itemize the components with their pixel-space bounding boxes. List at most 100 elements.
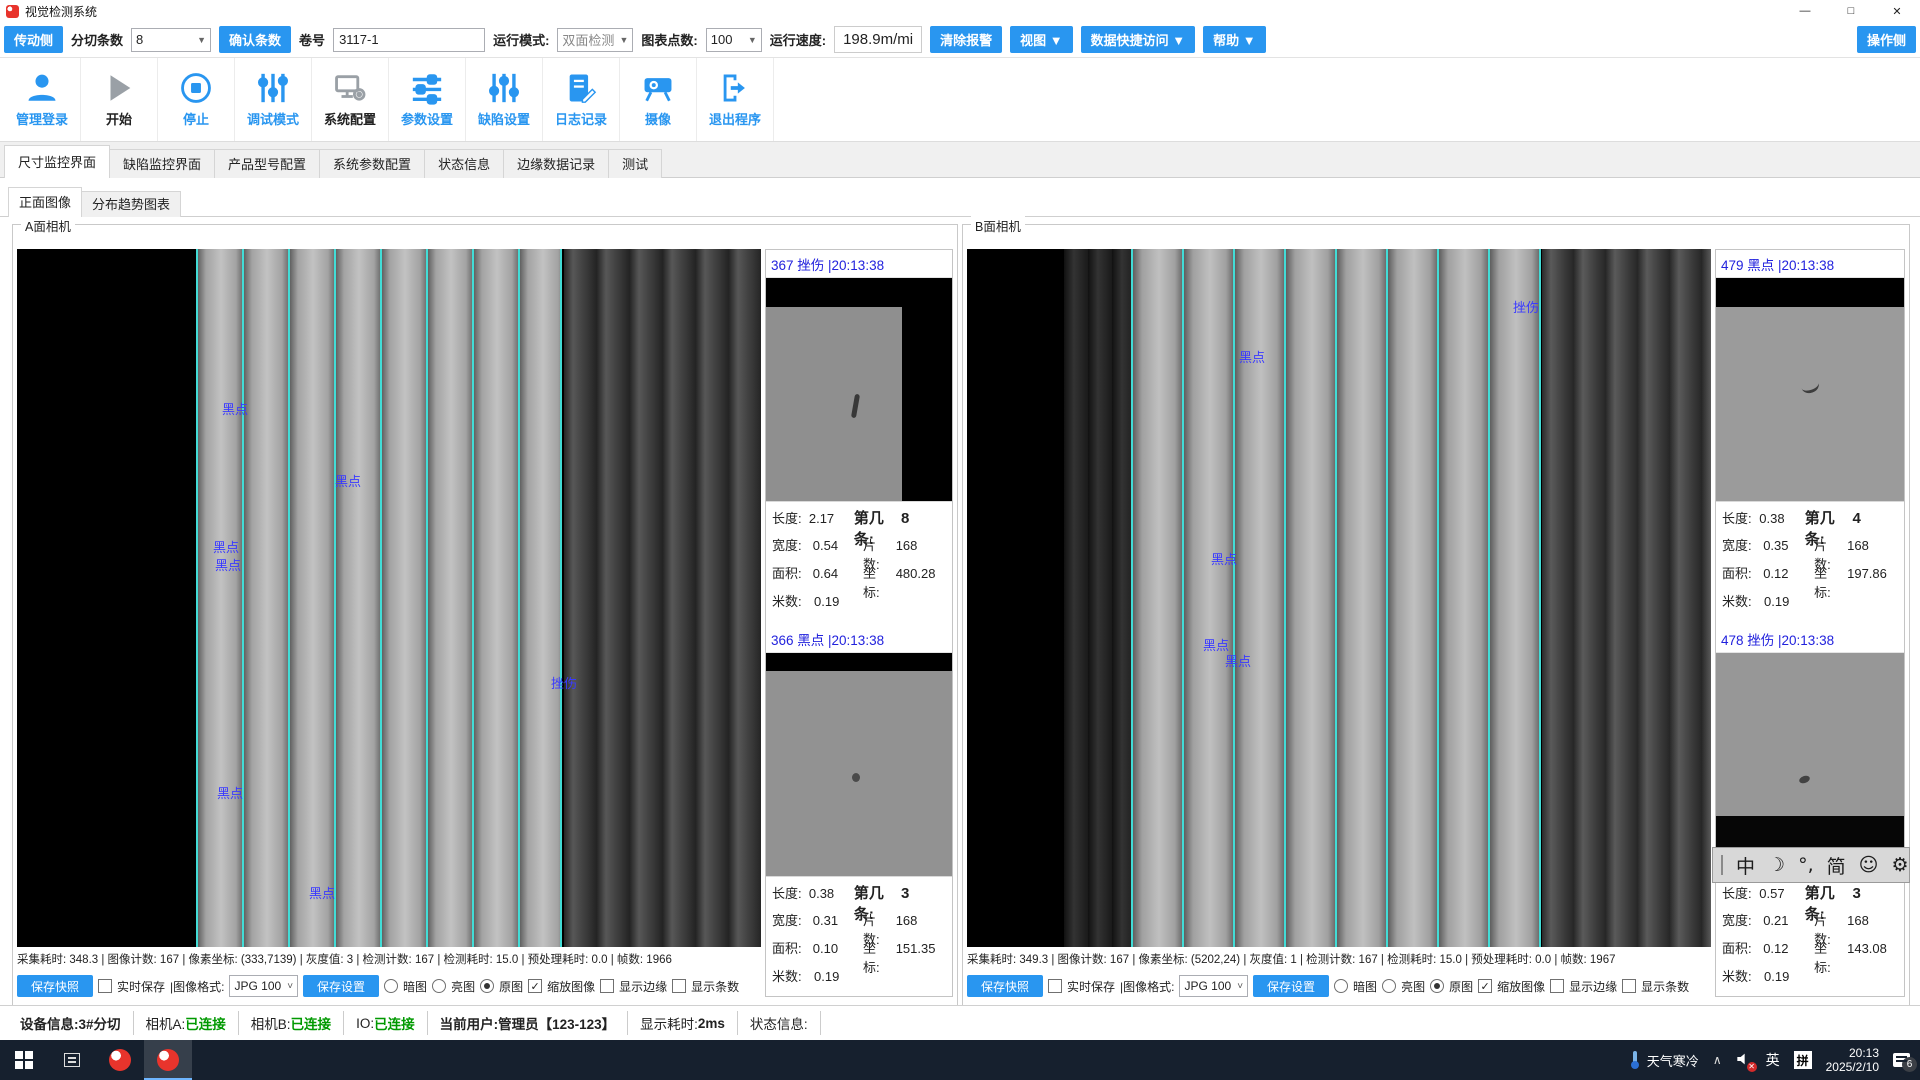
zoom-image-checkbox[interactable]: ✓ [528, 979, 542, 993]
chart-points-select[interactable]: 100▼ [706, 28, 762, 52]
tab-main-3[interactable]: 系统参数配置 [319, 149, 425, 178]
show-edge-checkbox[interactable] [1550, 979, 1564, 993]
volume-muted-button[interactable]: ✕ [1736, 1052, 1752, 1069]
dark-image-radio[interactable] [384, 979, 398, 993]
minimize-button[interactable]: — [1782, 0, 1828, 22]
detail-value: 2.17 [809, 511, 854, 526]
zoom-image-checkbox-label: 缩放图像 [547, 978, 595, 995]
tab-sub-0[interactable]: 正面图像 [8, 187, 82, 217]
toolbar-action-play[interactable]: 开始 [81, 58, 158, 141]
tab-main-4[interactable]: 状态信息 [424, 149, 504, 178]
tab-sub-1[interactable]: 分布趋势图表 [81, 191, 181, 217]
ime-punctuation[interactable]: °, [1798, 854, 1814, 876]
show-strips-checkbox[interactable] [1622, 979, 1636, 993]
operator-side-button[interactable]: 操作侧 [1857, 26, 1916, 53]
toolbar-action-sliders-h[interactable]: 参数设置 [389, 58, 466, 141]
app-window: 视觉检测系统 — □ ✕ 传动侧 分切条数 8▼ 确认条数 卷号 3117-1 … [0, 0, 1920, 1080]
confirm-count-button[interactable]: 确认条数 [219, 26, 291, 53]
save-settings-button[interactable]: 保存设置 [303, 975, 379, 997]
camera-a-image: 黑点黑点黑点黑点挫伤黑点黑点 [17, 249, 761, 947]
toolbar-action-sliders-v[interactable]: 调试模式 [235, 58, 312, 141]
bright-image-radio[interactable] [1382, 979, 1396, 993]
status-label: 相机B: [251, 1013, 291, 1033]
task-view-button[interactable] [48, 1040, 96, 1080]
show-strips-checkbox[interactable] [672, 979, 686, 993]
help-menu-button[interactable]: 帮助 ▼ [1203, 26, 1265, 53]
pinyin-ime-badge[interactable]: 拼 [1794, 1051, 1812, 1069]
ime-moon[interactable]: ☽ [1768, 854, 1785, 876]
notification-center-button[interactable]: 6 [1893, 1053, 1910, 1067]
run-mode-select[interactable]: 双面检测▼ [557, 28, 633, 52]
ime-chinese[interactable]: 中 [1736, 852, 1755, 879]
camera-b-slit-region [1131, 249, 1542, 947]
chevron-down-icon: ▼ [748, 35, 757, 45]
toolbar-action-user[interactable]: 管理登录 [4, 58, 81, 141]
show-edge-checkbox[interactable] [600, 979, 614, 993]
detail-label: 面积: [772, 938, 809, 957]
original-image-radio[interactable] [480, 979, 494, 993]
clock[interactable]: 20:13 2025/2/10 [1826, 1046, 1879, 1074]
sliders-v2-icon [487, 71, 521, 105]
camera-b-defect-list: 479 黑点 |20:13:38长度:0.38第几条:4宽度:0.35片数:16… [1715, 249, 1905, 997]
zoom-image-checkbox[interactable]: ✓ [1478, 979, 1492, 993]
realtime-save-checkbox[interactable] [1048, 979, 1062, 993]
taskbar-app-2-active[interactable] [144, 1040, 192, 1080]
ime-grip-handle[interactable] [1721, 855, 1723, 875]
toolbar-action-exit[interactable]: 退出程序 [697, 58, 774, 141]
data-shortcut-menu-button[interactable]: 数据快捷访问 ▼ [1081, 26, 1195, 53]
slit-count-select[interactable]: 8▼ [131, 28, 211, 52]
start-button[interactable] [0, 1040, 48, 1080]
camera-b-edge-region [1542, 249, 1711, 947]
tab-main-6[interactable]: 测试 [608, 149, 662, 178]
toolbar-action-pc-gear[interactable]: 系统配置 [312, 58, 389, 141]
camera-a-group: A面相机 黑点黑点黑点黑点挫伤黑点黑点 367 挫伤 |20:13:38长度:2… [12, 224, 958, 1006]
detail-value: 0.38 [809, 886, 854, 901]
defect-card: 478 挫伤 |20:13:38长度:0.57第几条:3宽度:0.21片数:16… [1716, 625, 1904, 994]
view-menu-button[interactable]: 视图 ▼ [1010, 26, 1072, 53]
tab-main-1[interactable]: 缺陷监控界面 [109, 149, 215, 178]
detail-value: 0.19 [1764, 969, 1816, 984]
detail-label: 坐标: [1814, 563, 1843, 601]
detail-row: 面积:0.10坐标:151.35 [772, 938, 946, 966]
detail-label: 面积: [772, 563, 809, 582]
toolbar-action-log-edit[interactable]: 日志记录 [543, 58, 620, 141]
ime-simplified[interactable]: 简 [1827, 852, 1846, 879]
toolbar-action-stop[interactable]: 停止 [158, 58, 235, 141]
image-format-select[interactable]: JPG 100˅ [229, 975, 298, 997]
chart-points-label: 图表点数: [641, 30, 697, 49]
status-render-time: 显示耗时: 2ms [628, 1011, 738, 1035]
tab-main-2[interactable]: 产品型号配置 [214, 149, 320, 178]
ime-toolbar[interactable]: 中 ☽ °, 简 ☺ ⚙ [1712, 847, 1910, 883]
action-label: 缺陷设置 [478, 109, 530, 128]
weather-widget[interactable]: 天气寒冷 [1627, 1050, 1699, 1070]
ime-emoji[interactable]: ☺ [1859, 854, 1879, 876]
original-image-radio[interactable] [1430, 979, 1444, 993]
camera-b-controls: 保存快照实时保存|图像格式:JPG 100˅保存设置暗图亮图原图✓缩放图像显示边… [967, 971, 1711, 1001]
defect-marker-label: 黑点 [1239, 347, 1265, 366]
tab-main-5[interactable]: 边缘数据记录 [503, 149, 609, 178]
dark-image-radio[interactable] [1334, 979, 1348, 993]
roll-number-input[interactable]: 3117-1 [333, 28, 485, 52]
tray-expand-button[interactable]: ∧ [1713, 1053, 1722, 1067]
toolbar-action-sliders-v2[interactable]: 缺陷设置 [466, 58, 543, 141]
save-snapshot-button[interactable]: 保存快照 [17, 975, 93, 997]
detail-label: 坐标: [1814, 938, 1843, 976]
drive-side-button[interactable]: 传动侧 [4, 26, 63, 53]
maximize-button[interactable]: □ [1828, 0, 1874, 22]
clear-alarm-button[interactable]: 清除报警 [930, 26, 1002, 53]
action-label: 退出程序 [709, 109, 761, 128]
toolbar-action-camera[interactable]: 摄像 [620, 58, 697, 141]
close-button[interactable]: ✕ [1874, 0, 1920, 22]
bright-image-radio[interactable] [432, 979, 446, 993]
original-image-radio-label: 原图 [499, 978, 523, 995]
save-snapshot-button[interactable]: 保存快照 [967, 975, 1043, 997]
language-indicator[interactable]: 英 [1766, 1050, 1780, 1070]
tab-main-0[interactable]: 尺寸监控界面 [4, 145, 110, 178]
bright-image-radio-label: 亮图 [451, 978, 475, 995]
image-format-select[interactable]: JPG 100˅ [1179, 975, 1248, 997]
taskbar-app-1[interactable] [96, 1040, 144, 1080]
ime-settings[interactable]: ⚙ [1891, 854, 1908, 876]
detail-label: 坐标: [863, 938, 892, 976]
save-settings-button[interactable]: 保存设置 [1253, 975, 1329, 997]
realtime-save-checkbox[interactable] [98, 979, 112, 993]
